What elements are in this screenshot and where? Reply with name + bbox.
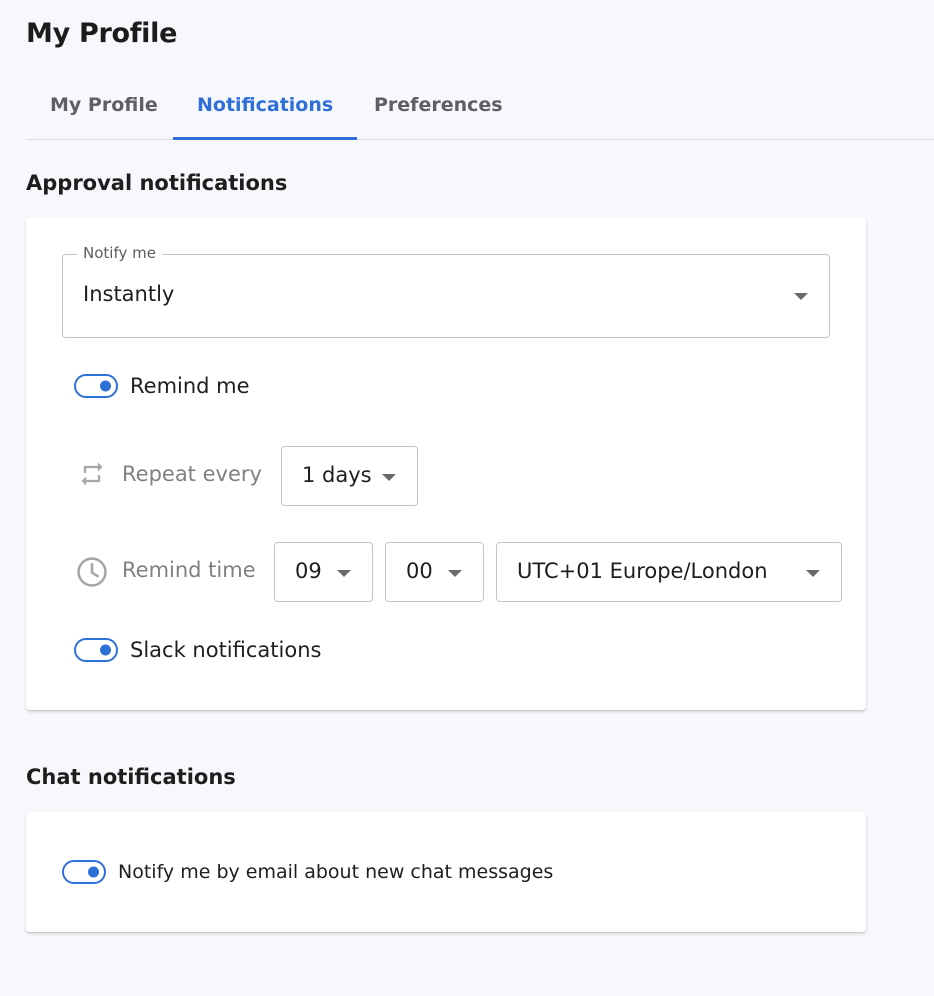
remind-hour-select[interactable]: 09 <box>274 542 373 602</box>
remind-minute-select[interactable]: 00 <box>385 542 484 602</box>
approval-notifications-heading: Approval notifications <box>26 171 288 195</box>
chat-email-label: Notify me by email about new chat messag… <box>118 861 554 883</box>
slack-notifications-row: Slack notifications <box>74 638 321 662</box>
tab-notifications[interactable]: Notifications <box>172 94 358 140</box>
chevron-down-icon <box>794 293 808 300</box>
remind-hour-value: 09 <box>295 559 322 583</box>
notify-me-select[interactable]: Notify me Instantly <box>62 244 830 338</box>
chat-notifications-heading: Chat notifications <box>26 765 236 789</box>
chat-email-toggle[interactable] <box>62 860 106 884</box>
chevron-down-icon <box>806 570 820 577</box>
page-title: My Profile <box>26 18 178 49</box>
chat-email-row: Notify me by email about new chat messag… <box>62 860 553 884</box>
toggle-knob <box>88 866 99 878</box>
chevron-down-icon <box>382 474 396 481</box>
profile-page: My Profile My Profile Notifications Pref… <box>0 0 934 996</box>
chevron-down-icon <box>448 570 462 577</box>
notify-me-value: Instantly <box>83 282 175 306</box>
toggle-knob <box>100 644 111 656</box>
tab-my-profile[interactable]: My Profile <box>50 94 158 139</box>
toggle-knob <box>100 380 111 392</box>
chevron-down-icon <box>337 570 351 577</box>
notify-me-label: Notify me <box>77 244 162 262</box>
repeat-interval-value: 1 days <box>302 463 372 487</box>
repeat-icon <box>81 462 103 486</box>
timezone-select[interactable]: UTC+01 Europe/London <box>496 542 842 602</box>
remind-time-label: Remind time <box>122 558 256 582</box>
approval-notifications-card: Notify me Instantly Remind me Repeat eve… <box>26 218 866 710</box>
remind-me-label: Remind me <box>130 374 250 398</box>
slack-notifications-toggle[interactable] <box>74 638 118 662</box>
slack-notifications-label: Slack notifications <box>130 638 322 662</box>
clock-icon <box>77 557 107 587</box>
repeat-every-label: Repeat every <box>122 462 262 486</box>
tab-bar: My Profile Notifications Preferences <box>26 80 934 140</box>
remind-me-row: Remind me <box>74 374 250 398</box>
remind-me-toggle[interactable] <box>74 374 118 398</box>
tab-preferences[interactable]: Preferences <box>374 94 503 139</box>
remind-minute-value: 00 <box>406 559 433 583</box>
chat-notifications-card: Notify me by email about new chat messag… <box>26 812 866 932</box>
repeat-interval-select[interactable]: 1 days <box>281 446 418 506</box>
timezone-value: UTC+01 Europe/London <box>517 559 768 583</box>
